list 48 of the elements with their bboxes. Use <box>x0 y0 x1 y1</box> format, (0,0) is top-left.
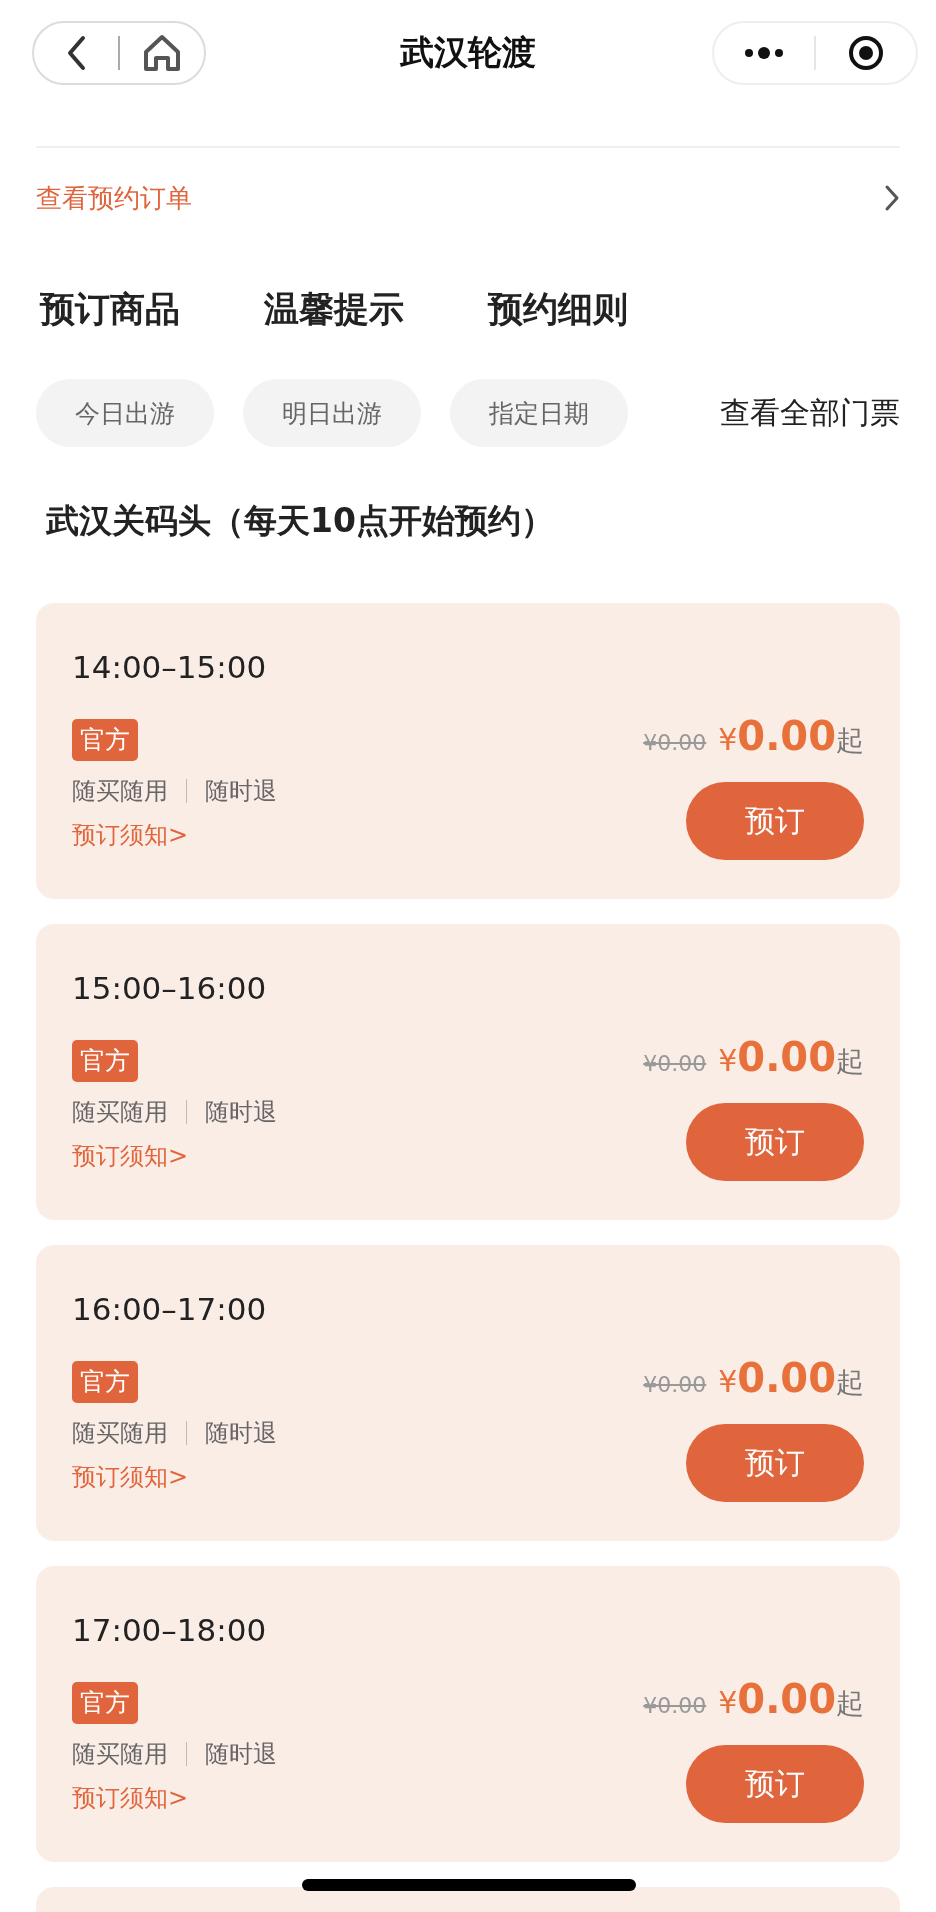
feature-text: 随时退 <box>205 776 277 807</box>
view-all-link[interactable]: 查看全部门票 <box>720 392 900 434</box>
original-price: ¥0.00 <box>643 1693 707 1718</box>
feature-text: 随时退 <box>205 1097 277 1128</box>
tab[interactable]: 预约细则 <box>488 285 628 333</box>
feature-text: 随时退 <box>205 1739 277 1770</box>
order-link[interactable]: 查看预约订单 <box>36 148 900 248</box>
original-price: ¥0.00 <box>643 730 707 755</box>
book-button[interactable]: 预订 <box>686 782 864 860</box>
page-title: 武汉轮渡 <box>400 31 536 74</box>
tab[interactable]: 预订商品 <box>40 285 180 333</box>
official-tag: 官方 <box>72 1682 138 1724</box>
book-button[interactable]: 预订 <box>686 1745 864 1823</box>
tab[interactable]: 温馨提示 <box>264 285 404 333</box>
price: ¥0.00起 <box>718 1355 864 1402</box>
notice-link[interactable]: 预订须知> <box>72 1140 189 1172</box>
price: ¥0.00起 <box>718 1034 864 1081</box>
back-icon <box>66 35 86 71</box>
time-slot: 16:00–17:00 <box>72 1289 267 1329</box>
time-slot: 17:00–18:00 <box>72 1610 267 1650</box>
book-button[interactable]: 预订 <box>686 1103 864 1181</box>
book-button[interactable]: 预订 <box>686 1424 864 1502</box>
date-chip[interactable]: 指定日期 <box>450 379 628 447</box>
official-tag: 官方 <box>72 719 138 761</box>
order-link-label: 查看预约订单 <box>36 181 192 215</box>
section-title: 武汉关码头（每天10点开始预约） <box>46 500 555 542</box>
price: ¥0.00起 <box>718 713 864 760</box>
time-slot: 15:00–16:00 <box>72 968 267 1008</box>
feature-text: 随买随用 <box>72 1739 168 1770</box>
date-chip[interactable]: 今日出游 <box>36 379 214 447</box>
official-tag: 官方 <box>72 1040 138 1082</box>
close-target-icon <box>847 34 885 72</box>
more-icon <box>744 46 784 60</box>
notice-link[interactable]: 预订须知> <box>72 1461 189 1493</box>
price: ¥0.00起 <box>718 1676 864 1723</box>
time-slot: 14:00–15:00 <box>72 647 267 687</box>
home-icon <box>142 34 182 72</box>
notice-link[interactable]: 预订须知> <box>72 819 189 851</box>
feature-text: 随时退 <box>205 1418 277 1449</box>
official-tag: 官方 <box>72 1361 138 1403</box>
feature-text: 随买随用 <box>72 1097 168 1128</box>
chevron-right-icon <box>884 184 900 212</box>
original-price: ¥0.00 <box>643 1051 707 1076</box>
date-chip[interactable]: 明日出游 <box>243 379 421 447</box>
feature-text: 随买随用 <box>72 1418 168 1449</box>
notice-link[interactable]: 预订须知> <box>72 1782 189 1814</box>
feature-text: 随买随用 <box>72 776 168 807</box>
original-price: ¥0.00 <box>643 1372 707 1397</box>
